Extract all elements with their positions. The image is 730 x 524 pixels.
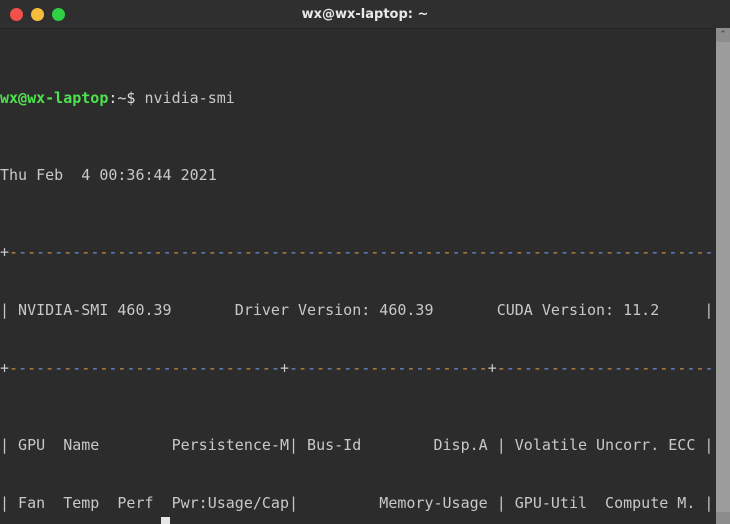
smi-timestamp: Thu Feb 4 00:36:44 2021 — [0, 166, 217, 185]
gpu-column-headers-1: | GPU Name Persistence-M| Bus-Id Disp.A … — [0, 436, 714, 455]
terminal-screen: wx@wx-laptop:~$ nvidia-smi Thu Feb 4 00:… — [0, 29, 730, 524]
scrollbar-thumb[interactable] — [716, 42, 730, 512]
terminal-window: wx@wx-laptop: ~ wx@wx-laptop:~$ nvidia-s… — [0, 0, 730, 524]
terminal-line-gpu-cols-1: | GPU Name Persistence-M| Bus-Id Disp.A … — [0, 436, 730, 455]
vertical-scrollbar[interactable]: ⌃ — [716, 28, 730, 524]
close-button-icon[interactable] — [10, 7, 23, 21]
window-titlebar: wx@wx-laptop: ~ — [0, 0, 730, 29]
terminal-body[interactable]: wx@wx-laptop:~$ nvidia-smi Thu Feb 4 00:… — [0, 29, 730, 524]
window-controls — [0, 7, 65, 21]
minimize-button-icon[interactable] — [31, 7, 44, 21]
terminal-line-smi-header: | NVIDIA-SMI 460.39 Driver Version: 460.… — [0, 301, 730, 320]
shell-command: nvidia-smi — [144, 88, 235, 107]
terminal-line-prompt: wx@wx-laptop:~$ nvidia-smi — [0, 89, 730, 108]
shell-prompt-path: :~$ — [108, 88, 136, 107]
text-cursor — [161, 517, 170, 524]
gpu-column-headers-2: | Fan Temp Perf Pwr:Usage/Cap| Memory-Us… — [0, 494, 714, 513]
terminal-rule-top-1: +---------------------------------------… — [0, 243, 730, 262]
window-title: wx@wx-laptop: ~ — [301, 6, 429, 22]
terminal-line-timestamp: Thu Feb 4 00:36:44 2021 — [0, 166, 730, 185]
maximize-button-icon[interactable] — [52, 7, 65, 21]
scroll-up-arrow-icon[interactable]: ⌃ — [716, 28, 730, 42]
terminal-line-gpu-cols-2: | Fan Temp Perf Pwr:Usage/Cap| Memory-Us… — [0, 494, 730, 513]
shell-prompt-userhost: wx@wx-laptop — [0, 88, 109, 107]
terminal-rule-header-split: +------------------------------+--------… — [0, 359, 730, 378]
smi-version-line: | NVIDIA-SMI 460.39 Driver Version: 460.… — [0, 301, 714, 320]
